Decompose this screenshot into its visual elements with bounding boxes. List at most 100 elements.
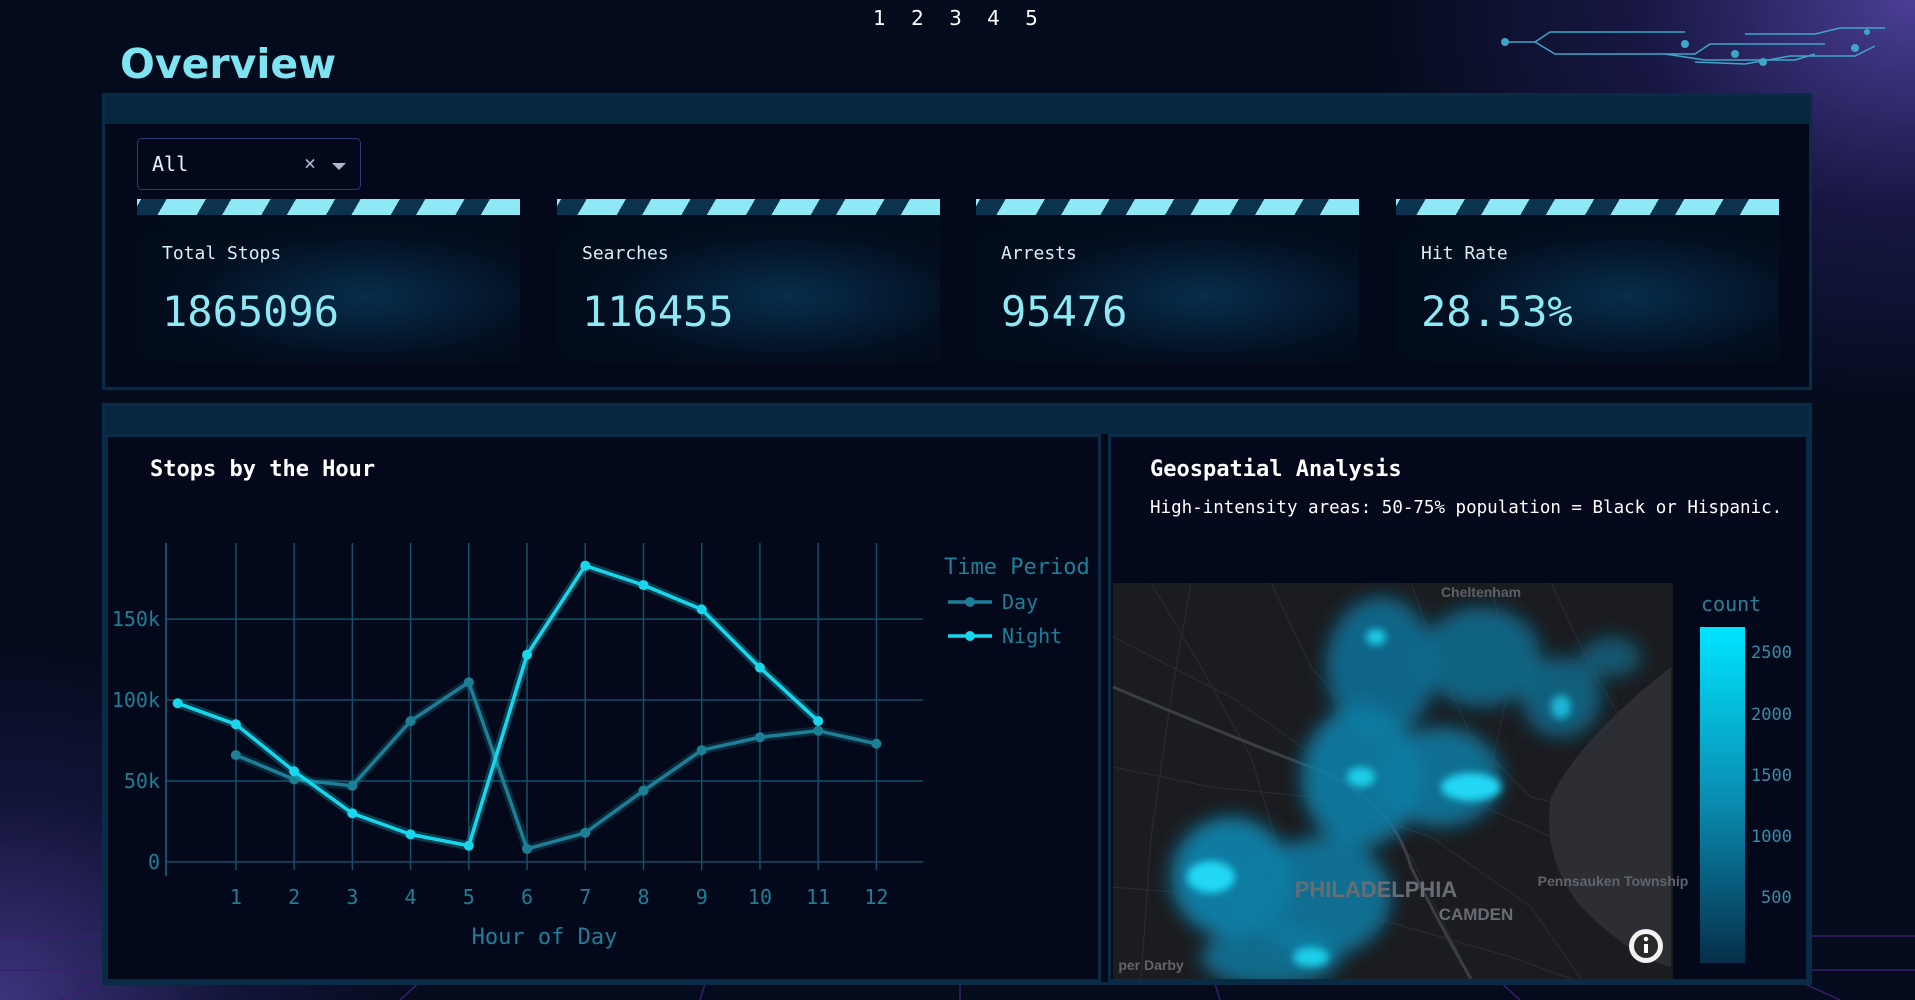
colorbar-tick: 500 xyxy=(1761,888,1792,908)
data-point-night xyxy=(580,560,591,571)
data-point-night xyxy=(172,698,183,709)
geospatial-card: Cheltenham PHILADELPHIA CAMDEN Pennsauke… xyxy=(1108,434,1809,982)
stops-by-hour-card: 1 2 3 4 5 6 7 8 9 10 11 12 0 50k 100k 150k Hour of Day Ti… xyxy=(105,434,1101,982)
x-tick-label: 10 xyxy=(748,885,772,909)
map-label-pennsauken: Pennsauken Township xyxy=(1538,873,1689,889)
x-tick-label: 3 xyxy=(346,885,358,909)
colorbar-tick: 1000 xyxy=(1751,827,1792,847)
page-link-2[interactable]: 2 xyxy=(908,6,927,30)
page-link-3[interactable]: 3 xyxy=(946,6,965,30)
data-point-day xyxy=(580,827,591,838)
map-label-pennsauken-line1: Pennsauken Township xyxy=(1538,873,1689,889)
y-tick-label: 100k xyxy=(112,688,160,712)
kpi-card-total-stops: Total Stops 1865096 xyxy=(137,199,520,363)
filter-selected-value: All xyxy=(152,152,189,176)
kpi-stripe xyxy=(137,199,520,215)
kpi-value: 28.53% xyxy=(1421,287,1573,336)
panel-header-bar xyxy=(105,406,1809,434)
kpi-value: 1865096 xyxy=(162,287,340,336)
data-point-day xyxy=(813,725,824,736)
panel-header-bar xyxy=(105,96,1809,124)
data-point-day xyxy=(871,738,882,749)
data-point-day xyxy=(230,750,241,761)
page-title: Overview xyxy=(120,40,337,88)
kpi-stripe xyxy=(976,199,1359,215)
data-point-night xyxy=(463,840,474,851)
legend-label-day: Day xyxy=(1002,590,1038,614)
legend-marker-day xyxy=(965,597,975,607)
map-label-upper-darby: per Darby xyxy=(1118,957,1184,973)
circuit-decoration xyxy=(1501,27,1885,66)
series-line-day xyxy=(235,680,877,851)
data-point-day xyxy=(463,677,474,688)
x-tick-label: 12 xyxy=(864,885,888,909)
series-glow-day xyxy=(234,677,878,854)
legend-title: Time Period xyxy=(944,555,1090,580)
colorbar xyxy=(1700,627,1745,963)
map-subtitle: High-intensity areas: 50-75% population … xyxy=(1150,498,1783,518)
x-tick-label: 7 xyxy=(579,885,591,909)
x-tick-label: 8 xyxy=(637,885,649,909)
kpi-value: 95476 xyxy=(1001,287,1128,336)
map-label-philadelphia: PHILADELPHIA xyxy=(1295,877,1458,902)
data-point-day xyxy=(405,716,416,727)
data-point-night xyxy=(754,662,765,673)
kpi-card-hit-rate: Hit Rate 28.53% xyxy=(1396,199,1779,363)
x-tick-label: 2 xyxy=(288,885,300,909)
x-tick-label: 1 xyxy=(230,885,242,909)
x-axis-title: Hour of Day xyxy=(472,925,618,950)
data-point-day xyxy=(754,732,765,743)
data-point-day xyxy=(522,843,533,854)
data-point-day xyxy=(347,780,358,791)
data-point-night xyxy=(405,829,416,840)
chart-title: Stops by the Hour xyxy=(150,457,376,482)
colorbar-tick: 2500 xyxy=(1751,643,1792,663)
colorbar-title: count xyxy=(1701,592,1761,616)
data-point-night xyxy=(347,808,358,819)
map-label-cheltenham: Cheltenham xyxy=(1441,584,1521,600)
data-point-night xyxy=(638,580,649,591)
legend-marker-night xyxy=(965,631,975,641)
stops-by-hour-chart[interactable]: 1 2 3 4 5 6 7 8 9 10 11 12050k100k150kHour of DayTi… xyxy=(108,437,1098,979)
data-point-night xyxy=(289,766,300,777)
category-filter-dropdown[interactable]: All × xyxy=(137,138,361,190)
series-glow-night xyxy=(176,561,822,851)
data-point-night xyxy=(522,649,533,660)
clear-icon[interactable]: × xyxy=(304,151,316,175)
y-tick-label: 150k xyxy=(112,607,160,631)
chevron-down-icon[interactable] xyxy=(332,163,346,170)
data-point-day xyxy=(638,785,649,796)
page-link-1[interactable]: 1 xyxy=(870,6,889,30)
x-tick-label: 4 xyxy=(405,885,417,909)
legend-label-night: Night xyxy=(1002,624,1062,648)
info-icon[interactable] xyxy=(1629,929,1663,963)
density-map[interactable]: Cheltenham PHILADELPHIA CAMDEN Pennsauke… xyxy=(1111,437,1806,979)
colorbar-ticks: 2500 2000 1500 1000 500 xyxy=(1751,643,1792,908)
kpi-label: Arrests xyxy=(1001,243,1077,264)
page-link-4[interactable]: 4 xyxy=(984,6,1003,30)
map-label-camden: CAMDEN xyxy=(1439,905,1514,924)
kpi-label: Searches xyxy=(582,243,669,264)
kpi-panel: All × Total Stops 1865096 Searches 11645… xyxy=(102,93,1812,390)
series-line-night xyxy=(177,563,820,848)
colorbar-tick: 1500 xyxy=(1751,766,1792,786)
pagination: 1 2 3 4 5 xyxy=(870,6,1041,30)
data-point-night xyxy=(696,604,707,615)
colorbar-tick: 2000 xyxy=(1751,705,1792,725)
x-tick-label: 9 xyxy=(696,885,708,909)
data-point-day xyxy=(696,745,707,756)
charts-panel: 1 2 3 4 5 6 7 8 9 10 11 12 0 50k 100k 150k Hour of Day Ti… xyxy=(102,403,1812,985)
data-point-night xyxy=(813,716,824,727)
kpi-label: Total Stops xyxy=(162,243,282,264)
y-tick-label: 0 xyxy=(148,850,160,874)
y-tick-label: 50k xyxy=(124,769,160,793)
x-tick-label: 5 xyxy=(463,885,475,909)
kpi-value: 116455 xyxy=(582,287,734,336)
x-tick-label: 11 xyxy=(806,885,830,909)
kpi-label: Hit Rate xyxy=(1421,243,1508,264)
page-link-5[interactable]: 5 xyxy=(1022,6,1041,30)
kpi-card-arrests: Arrests 95476 xyxy=(976,199,1359,363)
map-title: Geospatial Analysis xyxy=(1150,457,1402,482)
kpi-card-searches: Searches 116455 xyxy=(557,199,940,363)
data-point-night xyxy=(230,719,241,730)
